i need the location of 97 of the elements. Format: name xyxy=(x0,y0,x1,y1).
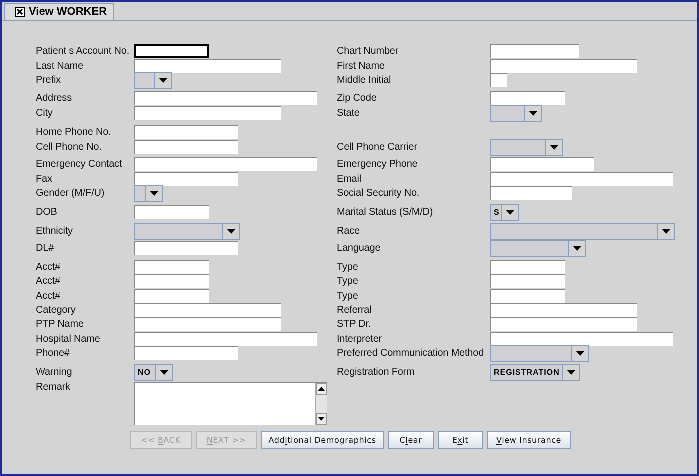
scrollbar[interactable] xyxy=(315,383,327,425)
text-field[interactable] xyxy=(490,186,572,200)
caret-icon xyxy=(528,110,538,116)
field-label: Emergency Contact xyxy=(36,158,124,170)
text-field[interactable] xyxy=(134,172,238,186)
field-label: PTP Name xyxy=(36,318,85,330)
field-label: Last Name xyxy=(36,60,84,72)
caret-icon xyxy=(506,210,514,214)
text-field[interactable] xyxy=(490,289,565,303)
field-label: Cell Phone Carrier xyxy=(337,142,418,152)
text-field[interactable] xyxy=(490,44,579,58)
text-field[interactable] xyxy=(490,317,637,331)
text-field[interactable] xyxy=(134,125,238,139)
caret-icon xyxy=(576,350,584,356)
text-field[interactable] xyxy=(490,332,673,346)
down-arrow-icon xyxy=(318,417,325,421)
field-label: Chart Number xyxy=(337,46,400,56)
field-label: Email xyxy=(337,174,363,184)
caret-icon xyxy=(662,228,670,234)
text-field[interactable] xyxy=(134,241,238,255)
field-label: DL# xyxy=(36,242,56,254)
field-label: Type xyxy=(337,290,360,302)
field-label: Language xyxy=(337,242,382,254)
field-label: City xyxy=(36,108,54,118)
tab-title: View WORKER xyxy=(29,6,108,18)
field-label: Fax xyxy=(36,174,54,184)
field-label: Warning xyxy=(36,366,74,378)
caret-icon xyxy=(566,370,576,374)
field-label: Address xyxy=(36,92,73,104)
text-field[interactable] xyxy=(134,91,317,105)
field-label: Zip Code xyxy=(337,92,378,104)
tab[interactable]: View WORKER xyxy=(4,3,114,20)
text-field[interactable] xyxy=(134,44,209,58)
text-field[interactable] xyxy=(490,157,594,171)
text-field[interactable] xyxy=(134,303,281,317)
field-label: First Name xyxy=(337,60,386,72)
dropdown[interactable]: S xyxy=(490,204,519,220)
field-label: Remark xyxy=(36,382,72,393)
caret-icon xyxy=(160,370,168,374)
text-field[interactable] xyxy=(490,260,565,274)
text-field[interactable] xyxy=(134,106,281,120)
field-label: Home Phone No. xyxy=(36,126,112,138)
text-field[interactable] xyxy=(134,260,209,274)
text-field[interactable] xyxy=(134,59,281,73)
text-field[interactable] xyxy=(134,317,281,331)
caret-icon xyxy=(572,246,582,250)
up-arrow-icon xyxy=(318,387,325,391)
field-label: Acct# xyxy=(36,262,62,272)
field-label: Social Security No. xyxy=(337,188,421,198)
caret-icon xyxy=(550,144,558,150)
field-label: Middle Initial xyxy=(337,74,392,86)
field-label: Acct# xyxy=(36,290,62,302)
text-field[interactable] xyxy=(490,59,637,73)
close-icon[interactable] xyxy=(15,7,25,17)
text-field[interactable] xyxy=(490,303,637,317)
text-field[interactable] xyxy=(490,172,673,186)
field-label: Phone# xyxy=(36,348,71,358)
action-button[interactable]: Additional Demographics xyxy=(261,431,384,449)
text-field[interactable] xyxy=(134,346,238,360)
dropdown[interactable]: NO xyxy=(134,364,173,380)
field-label: Cell Phone No. xyxy=(36,142,103,152)
text-field[interactable] xyxy=(134,274,209,288)
field-label: Marital Status (S/M/D) xyxy=(337,206,434,218)
text-field[interactable] xyxy=(490,73,507,87)
dropdown[interactable] xyxy=(490,104,542,122)
text-field[interactable] xyxy=(490,274,565,288)
action-button[interactable]: Exit xyxy=(438,431,483,449)
field-label: State xyxy=(337,108,361,118)
action-button[interactable]: View Insurance xyxy=(487,431,571,449)
text-field[interactable] xyxy=(134,157,317,171)
field-label: Referral xyxy=(337,304,373,316)
field-label: Interpreter xyxy=(337,334,384,344)
text-field[interactable] xyxy=(134,205,209,219)
field-label: Acct# xyxy=(36,276,62,286)
field-label: Gender (M/F/U) xyxy=(36,188,106,198)
field-label: Ethnicity xyxy=(36,226,74,236)
field-label: Prefix xyxy=(36,74,62,86)
field-label: DOB xyxy=(36,206,58,218)
text-field[interactable] xyxy=(134,332,317,346)
text-field[interactable] xyxy=(134,289,209,303)
caret-icon xyxy=(150,190,158,196)
field-label: Category xyxy=(36,304,77,316)
caret-icon xyxy=(226,228,236,234)
field-label: Hospital Name xyxy=(36,334,102,344)
dropdown[interactable]: REGISTRATION xyxy=(490,364,580,380)
caret-icon xyxy=(158,78,168,82)
field-label: Race xyxy=(337,226,361,236)
field-label: Type xyxy=(337,262,360,272)
field-label: Registration Form xyxy=(337,366,416,378)
field-label: Type xyxy=(337,276,360,286)
text-field[interactable] xyxy=(134,140,238,154)
field-label: STP Dr. xyxy=(337,318,372,330)
field-label: Emergency Phone xyxy=(337,158,419,170)
field-label: Patient s Account No. xyxy=(36,46,131,56)
action-button[interactable]: Clear xyxy=(388,431,434,449)
field-label: Preferred Communication Method xyxy=(337,348,486,358)
text-field[interactable] xyxy=(490,91,565,105)
